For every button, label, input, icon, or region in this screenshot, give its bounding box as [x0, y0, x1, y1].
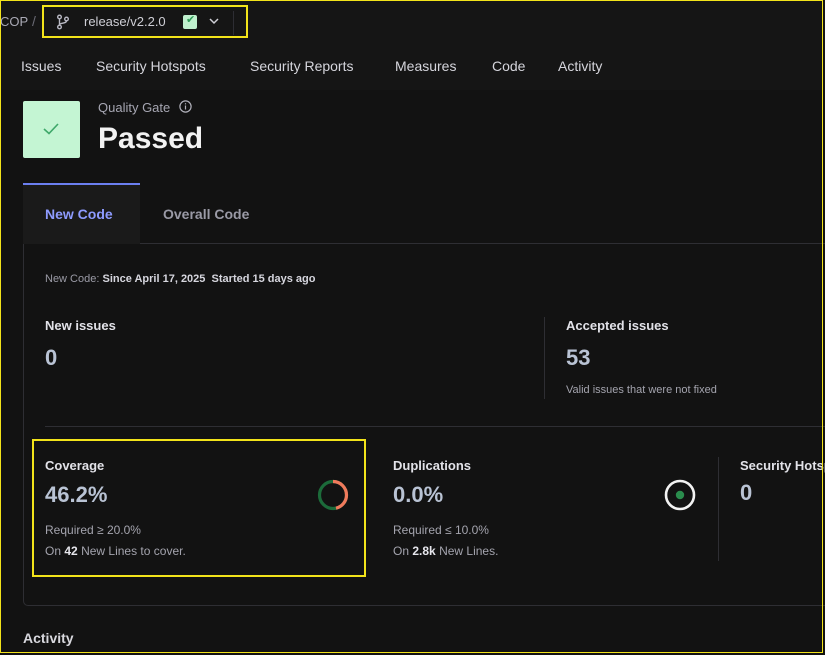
check-icon	[43, 123, 59, 135]
coverage-lines: On 42 New Lines to cover.	[45, 544, 186, 558]
branch-name[interactable]: release/v2.2.0	[84, 14, 166, 29]
nav-issues[interactable]: Issues	[21, 58, 61, 74]
accepted-issues-label: Accepted issues	[566, 318, 669, 333]
coverage-lines-count[interactable]: 42	[64, 544, 77, 558]
breadcrumb-project[interactable]: COP	[0, 14, 28, 29]
duplications-label: Duplications	[393, 458, 472, 473]
duplications-on: On	[393, 544, 410, 558]
quality-gate-label: Quality Gate	[98, 100, 171, 115]
metric-divider	[544, 317, 545, 399]
nav-code[interactable]: Code	[492, 58, 525, 74]
new-code-started: Started 15 days ago	[211, 273, 316, 285]
coverage-value[interactable]: 46.2%	[45, 482, 107, 508]
panel-border	[275, 243, 825, 244]
nav-activity[interactable]: Activity	[558, 58, 602, 74]
duplications-lines-text: New Lines.	[439, 544, 499, 558]
coverage-on: On	[45, 544, 62, 558]
duplications-lines: On 2.8k New Lines.	[393, 544, 498, 558]
branch-icon	[57, 14, 69, 30]
new-issues-value[interactable]: 0	[45, 345, 57, 371]
new-code-period: New Code: Since April 17, 2025 Started 1…	[45, 273, 315, 285]
security-hotspots-value[interactable]: 0	[740, 480, 752, 506]
duplications-value[interactable]: 0.0%	[393, 482, 443, 508]
branch-status-check-icon: ✔	[183, 14, 197, 29]
duplications-indicator-icon	[664, 479, 696, 511]
info-icon[interactable]	[179, 100, 192, 113]
accepted-issues-value[interactable]: 53	[566, 345, 590, 371]
accepted-issues-note: Valid issues that were not fixed	[566, 384, 717, 396]
new-code-prefix: New Code:	[45, 273, 100, 285]
coverage-required: Required ≥ 20.0%	[45, 523, 141, 537]
nav-security-hotspots[interactable]: Security Hotspots	[96, 58, 206, 74]
metric-divider	[718, 457, 719, 561]
breadcrumb-separator: /	[32, 13, 36, 29]
quality-gate-status-icon	[23, 101, 80, 158]
tab-overall-code-label[interactable]: Overall Code	[163, 206, 249, 222]
breadcrumb-divider	[233, 11, 234, 35]
security-hotspots-label: Security Hotspots	[740, 458, 825, 473]
duplications-required: Required ≤ 10.0%	[393, 523, 489, 537]
tab-new-code-label[interactable]: New Code	[45, 206, 113, 222]
activity-heading: Activity	[23, 630, 74, 646]
coverage-donut-icon	[317, 479, 349, 511]
quality-gate-status: Passed	[98, 122, 204, 155]
security-hotspots-metric: Security Hotspots 0	[740, 458, 825, 518]
new-issues-label: New issues	[45, 318, 116, 333]
new-code-since: Since April 17, 2025	[102, 273, 206, 285]
chevron-down-icon[interactable]	[208, 16, 220, 26]
coverage-label: Coverage	[45, 458, 105, 473]
nav-security-reports[interactable]: Security Reports	[250, 58, 353, 74]
coverage-lines-text: New Lines to cover.	[81, 544, 186, 558]
duplications-lines-count[interactable]: 2.8k	[412, 544, 435, 558]
nav-measures[interactable]: Measures	[395, 58, 456, 74]
metrics-divider	[45, 426, 825, 427]
